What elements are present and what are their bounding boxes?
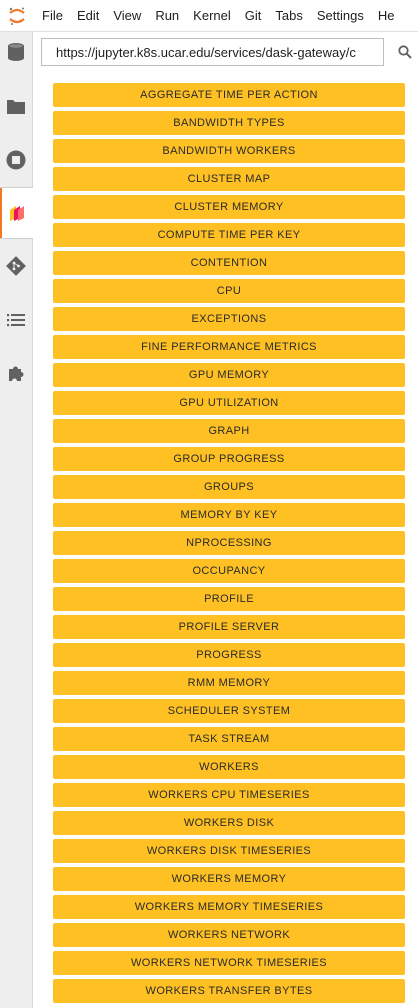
toc-icon[interactable]: [0, 304, 32, 336]
memory-by-key-button[interactable]: MEMORY BY KEY: [53, 503, 405, 527]
workers-disk-button[interactable]: WORKERS DISK: [53, 811, 405, 835]
workers-memory-timeseries-button[interactable]: WORKERS MEMORY TIMESERIES: [53, 895, 405, 919]
compute-time-per-key-button[interactable]: COMPUTE TIME PER KEY: [53, 223, 405, 247]
menu-edit[interactable]: Edit: [77, 8, 99, 23]
task-stream-button[interactable]: TASK STREAM: [53, 727, 405, 751]
progress-button[interactable]: PROGRESS: [53, 643, 405, 667]
extension-icon[interactable]: [0, 357, 32, 389]
cluster-memory-button[interactable]: CLUSTER MEMORY: [53, 195, 405, 219]
menu-file[interactable]: File: [42, 8, 63, 23]
folder-icon[interactable]: [0, 90, 32, 122]
dashboard-button-list: AGGREGATE TIME PER ACTION BANDWIDTH TYPE…: [53, 83, 405, 1007]
contention-button[interactable]: CONTENTION: [53, 251, 405, 275]
fine-performance-metrics-button[interactable]: FINE PERFORMANCE METRICS: [53, 335, 405, 359]
rmm-memory-button[interactable]: RMM MEMORY: [53, 671, 405, 695]
dask-icon[interactable]: [0, 187, 33, 239]
left-sidebar: [0, 32, 33, 1008]
search-icon: [398, 45, 412, 59]
menu-tabs[interactable]: Tabs: [275, 8, 302, 23]
url-bar: [33, 32, 418, 76]
menu-settings[interactable]: Settings: [317, 8, 364, 23]
bandwidth-types-button[interactable]: BANDWIDTH TYPES: [53, 111, 405, 135]
menu-view[interactable]: View: [113, 8, 141, 23]
workers-button[interactable]: WORKERS: [53, 755, 405, 779]
workers-disk-timeseries-button[interactable]: WORKERS DISK TIMESERIES: [53, 839, 405, 863]
cpu-button[interactable]: CPU: [53, 279, 405, 303]
search-button[interactable]: [393, 40, 417, 64]
jupyter-logo-icon: [0, 0, 34, 31]
git-icon[interactable]: [0, 250, 32, 282]
scheduler-system-button[interactable]: SCHEDULER SYSTEM: [53, 699, 405, 723]
occupancy-button[interactable]: OCCUPANCY: [53, 559, 405, 583]
exceptions-button[interactable]: EXCEPTIONS: [53, 307, 405, 331]
profile-button[interactable]: PROFILE: [53, 587, 405, 611]
gpu-memory-button[interactable]: GPU MEMORY: [53, 363, 405, 387]
bandwidth-workers-button[interactable]: BANDWIDTH WORKERS: [53, 139, 405, 163]
workers-network-timeseries-button[interactable]: WORKERS NETWORK TIMESERIES: [53, 951, 405, 975]
profile-server-button[interactable]: PROFILE SERVER: [53, 615, 405, 639]
nprocessing-button[interactable]: NPROCESSING: [53, 531, 405, 555]
active-indicator: [0, 188, 2, 238]
groups-button[interactable]: GROUPS: [53, 475, 405, 499]
workers-memory-button[interactable]: WORKERS MEMORY: [53, 867, 405, 891]
dask-dashboard-panel: AGGREGATE TIME PER ACTION BANDWIDTH TYPE…: [33, 32, 418, 1008]
aggregate-time-per-action-button[interactable]: AGGREGATE TIME PER ACTION: [53, 83, 405, 107]
group-progress-button[interactable]: GROUP PROGRESS: [53, 447, 405, 471]
workers-network-button[interactable]: WORKERS NETWORK: [53, 923, 405, 947]
gpu-utilization-button[interactable]: GPU UTILIZATION: [53, 391, 405, 415]
workers-cpu-timeseries-button[interactable]: WORKERS CPU TIMESERIES: [53, 783, 405, 807]
graph-button[interactable]: GRAPH: [53, 419, 405, 443]
cluster-map-button[interactable]: CLUSTER MAP: [53, 167, 405, 191]
menu-run[interactable]: Run: [155, 8, 179, 23]
dashboard-url-input[interactable]: [41, 38, 384, 66]
running-icon[interactable]: [0, 36, 32, 68]
menu-kernel[interactable]: Kernel: [193, 8, 231, 23]
menu-bar: File Edit View Run Kernel Git Tabs Setti…: [0, 0, 418, 32]
workers-transfer-bytes-button[interactable]: WORKERS TRANSFER BYTES: [53, 979, 405, 1003]
menu-git[interactable]: Git: [245, 8, 262, 23]
menu-help[interactable]: He: [378, 8, 395, 23]
stop-icon[interactable]: [0, 144, 32, 176]
